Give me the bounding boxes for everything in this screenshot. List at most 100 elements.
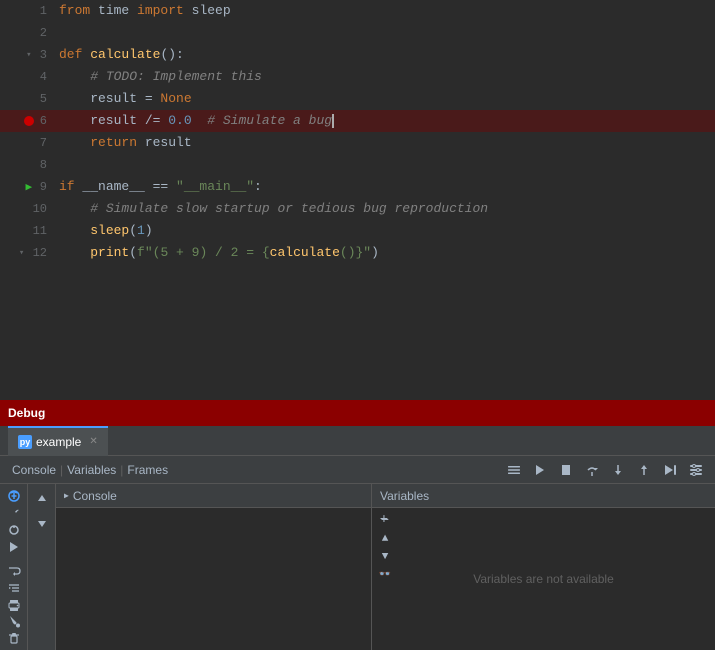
console-header[interactable]: ▶ Console — [56, 484, 371, 508]
line-gutter-7: 7 — [0, 136, 55, 150]
debug-content: ▶ Console Variables + − ▲ ▼ 👓 Vari — [0, 484, 715, 650]
gutter-empty-2 — [22, 26, 36, 40]
line-gutter-2: 2 — [0, 26, 55, 40]
console-body[interactable] — [56, 508, 371, 650]
gutter-empty-10 — [15, 202, 29, 216]
step-into-button[interactable] — [607, 459, 629, 481]
gutter-empty-5 — [22, 92, 36, 106]
gutter-empty-11 — [15, 224, 29, 238]
debug-bar: Debug — [0, 400, 715, 426]
code-line-9: ▶ 9 if __name__ == "__main__": — [0, 176, 715, 198]
debug-tab-label: example — [36, 435, 81, 449]
variables-label: Variables — [380, 489, 429, 503]
code-line-6: 6 result /= 0.0 # Simulate a bug — [0, 110, 715, 132]
variables-link[interactable]: Variables — [63, 463, 120, 477]
bug2-icon[interactable] — [3, 523, 25, 538]
console-link[interactable]: Console — [8, 463, 60, 477]
line-content-5: result = None — [55, 88, 715, 110]
code-line-8: 8 — [0, 154, 715, 176]
line-content-11: sleep(1) — [55, 220, 715, 242]
code-line-7: 7 return result — [0, 132, 715, 154]
line-gutter-6: 6 — [0, 114, 55, 128]
line-num-9: 9 — [40, 180, 47, 194]
bug-icon[interactable] — [3, 488, 25, 504]
line-num-11: 11 — [33, 224, 47, 238]
line-num-12: 12 — [33, 246, 47, 260]
run-to-cursor-button[interactable] — [659, 459, 681, 481]
tab-close-button[interactable]: ✕ — [89, 436, 97, 447]
debug-bar-label: Debug — [8, 406, 45, 420]
fold-icon-3[interactable]: ▾ — [22, 48, 36, 62]
code-line-4: 4 # TODO: Implement this — [0, 66, 715, 88]
code-editor[interactable]: 1 from time import sleep 2 ▾ 3 def calcu… — [0, 0, 715, 400]
code-line-1: 1 from time import sleep — [0, 0, 715, 22]
print-icon[interactable] — [3, 597, 25, 612]
line-content-6: result /= 0.0 # Simulate a bug — [55, 110, 715, 132]
line-num-10: 10 — [33, 202, 47, 216]
spectacles-button[interactable]: 👓 — [378, 568, 392, 582]
line-gutter-10: 10 — [0, 202, 55, 216]
code-line-10: 10 # Simulate slow startup or tedious bu… — [0, 198, 715, 220]
variables-panel: Variables + − ▲ ▼ 👓 Variables are not av… — [372, 484, 715, 650]
step-down-button[interactable] — [31, 512, 53, 534]
line-gutter-3: ▾ 3 — [0, 48, 55, 62]
fold-icon-12[interactable]: ▾ — [15, 246, 29, 260]
step-over-button[interactable] — [581, 459, 603, 481]
scroll-down-button[interactable]: ▼ — [378, 550, 392, 564]
line-gutter-5: 5 — [0, 92, 55, 106]
indent-icon[interactable] — [3, 580, 25, 595]
variables-header: Variables — [372, 484, 715, 508]
gutter-empty-4 — [22, 70, 36, 84]
line-gutter-12: ▾ 12 — [0, 246, 55, 260]
step-out-button[interactable] — [633, 459, 655, 481]
scroll-up-button[interactable]: ▲ — [378, 532, 392, 546]
line-content-3: def calculate(): — [55, 44, 715, 66]
gutter-empty-8 — [22, 158, 36, 172]
line-gutter-11: 11 — [0, 224, 55, 238]
console-area: ▶ Console — [56, 484, 371, 650]
debug-left-sidebar — [0, 484, 28, 650]
line-num-5: 5 — [40, 92, 47, 106]
breakpoint-icon-6[interactable] — [22, 114, 36, 128]
code-line-12: ▾ 12 print(f"(5 + 9) / 2 = {calculate()}… — [0, 242, 715, 264]
line-num-6: 6 — [40, 114, 47, 128]
debug-run-icon-9[interactable]: ▶ — [22, 180, 36, 194]
line-content-4: # TODO: Implement this — [55, 66, 715, 88]
line-gutter-1: 1 — [0, 4, 55, 18]
python-icon: py — [18, 435, 32, 449]
line-num-7: 7 — [40, 136, 47, 150]
add-variable-button[interactable]: + — [376, 512, 392, 528]
menu-button[interactable] — [503, 459, 525, 481]
line-num-4: 4 — [40, 70, 47, 84]
stop-button[interactable] — [555, 459, 577, 481]
resume-button[interactable] — [529, 459, 551, 481]
code-lines: 1 from time import sleep 2 ▾ 3 def calcu… — [0, 0, 715, 264]
gutter-empty-1 — [22, 4, 36, 18]
line-content-12: print(f"(5 + 9) / 2 = {calculate()}") — [55, 242, 715, 264]
line-num-2: 2 — [40, 26, 47, 40]
spacer-icon — [3, 557, 25, 561]
line-gutter-8: 8 — [0, 158, 55, 172]
line-content-9: if __name__ == "__main__": — [55, 176, 715, 198]
line-num-3: 3 — [40, 48, 47, 62]
wrap-icon[interactable] — [3, 563, 25, 578]
line-content-1: from time import sleep — [55, 0, 715, 22]
console-triangle-icon: ▶ — [64, 491, 69, 501]
step-up-button[interactable] — [31, 488, 53, 510]
play-icon[interactable] — [3, 540, 25, 555]
paint-icon[interactable] — [3, 614, 25, 629]
trash-icon[interactable] — [3, 631, 25, 646]
code-line-5: 5 result = None — [0, 88, 715, 110]
debug-toolbar: Console | Variables | Frames — [0, 456, 715, 484]
code-line-2: 2 — [0, 22, 715, 44]
frames-link[interactable]: Frames — [123, 463, 172, 477]
line-content-7: return result — [55, 132, 715, 154]
code-line-11: 11 sleep(1) — [0, 220, 715, 242]
line-num-8: 8 — [40, 158, 47, 172]
debug-tab-example[interactable]: py example ✕ — [8, 426, 108, 456]
settings-button[interactable] — [685, 459, 707, 481]
line-num-1: 1 — [40, 4, 47, 18]
code-line-3: ▾ 3 def calculate(): — [0, 44, 715, 66]
line-content-10: # Simulate slow startup or tedious bug r… — [55, 198, 715, 220]
wrench-icon[interactable] — [3, 506, 25, 521]
